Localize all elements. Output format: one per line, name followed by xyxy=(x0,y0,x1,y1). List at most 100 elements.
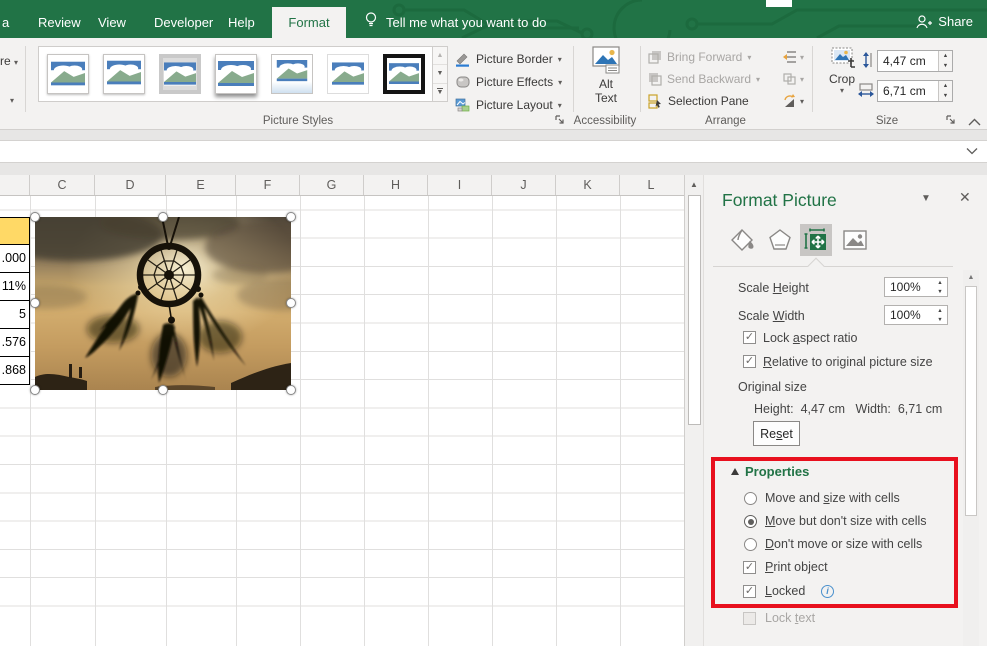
picture-style-thumbnail[interactable] xyxy=(47,54,89,94)
height-spinner[interactable]: ▲▼ xyxy=(938,51,952,71)
cell[interactable]: .000 xyxy=(0,245,30,273)
expand-formula-bar-chevron-icon[interactable] xyxy=(966,147,978,155)
close-icon[interactable]: ✕ xyxy=(959,189,971,206)
scrollbar-thumb[interactable] xyxy=(688,195,701,425)
picture-style-thumbnail[interactable] xyxy=(215,54,257,94)
cell[interactable]: 5 xyxy=(0,301,30,329)
resize-handle-s[interactable] xyxy=(158,385,168,395)
column-header[interactable]: J xyxy=(492,175,556,195)
resize-handle-w[interactable] xyxy=(30,298,40,308)
scale-height-field[interactable]: 100% ▲▼ xyxy=(884,277,948,297)
crop-button[interactable]: Crop ▾ xyxy=(822,46,862,95)
cell[interactable]: .576 xyxy=(0,329,30,357)
column-header-partial[interactable] xyxy=(0,175,30,195)
spin-up-icon[interactable]: ▲ xyxy=(933,306,947,315)
reset-button[interactable]: Reset xyxy=(753,421,800,446)
column-header[interactable]: I xyxy=(428,175,492,195)
tab-view[interactable]: View xyxy=(84,10,140,38)
collapse-triangle-icon[interactable] xyxy=(731,468,739,475)
spin-down-icon[interactable]: ▼ xyxy=(933,287,947,296)
scale-width-spinner[interactable]: ▲▼ xyxy=(933,306,947,324)
tab-size-properties-selected[interactable] xyxy=(800,224,832,256)
picture-layout-button[interactable]: Picture Layout▾ xyxy=(455,94,562,116)
pane-vertical-scrollbar[interactable]: ▲ xyxy=(963,270,979,646)
column-header[interactable]: K xyxy=(556,175,620,195)
spin-down-icon[interactable]: ▼ xyxy=(933,315,947,324)
shape-height-field[interactable]: 4,47 cm ▲▼ xyxy=(877,50,953,72)
spin-down-icon[interactable]: ▼ xyxy=(939,61,952,71)
collapse-ribbon-chevron-icon[interactable] xyxy=(968,118,981,126)
resize-handle-n[interactable] xyxy=(158,212,168,222)
column-header[interactable]: H xyxy=(364,175,428,195)
formula-bar[interactable] xyxy=(0,140,987,163)
relative-size-checkbox[interactable]: ✓ xyxy=(743,355,756,368)
resize-handle-ne[interactable] xyxy=(286,212,296,222)
send-backward-button[interactable]: Send Backward▾ xyxy=(648,69,760,89)
locked-checkbox[interactable]: ✓ xyxy=(743,585,756,598)
scroll-up-arrow-icon[interactable]: ▲ xyxy=(685,175,703,193)
selection-pane-button[interactable]: Selection Pane xyxy=(648,91,749,111)
picture-style-thumbnail[interactable] xyxy=(271,54,313,94)
resize-handle-nw[interactable] xyxy=(30,212,40,222)
align-objects-button[interactable]: ▾ xyxy=(782,47,804,67)
tell-me-box[interactable]: Tell me what you want to do xyxy=(386,10,546,36)
rotate-objects-button[interactable]: ▾ xyxy=(782,91,804,111)
column-header[interactable]: E xyxy=(166,175,236,195)
tab-format-active[interactable]: Format xyxy=(272,7,346,38)
column-header[interactable]: F xyxy=(236,175,300,195)
scale-height-spinner[interactable]: ▲▼ xyxy=(933,278,947,296)
cell[interactable]: 11% xyxy=(0,273,30,301)
size-dialog-launcher[interactable] xyxy=(945,114,957,126)
gallery-scroll-down-button[interactable]: ▼ xyxy=(433,65,447,83)
resize-handle-se[interactable] xyxy=(286,385,296,395)
cut-off-dropdown chevron-down-icon[interactable]: ▾ xyxy=(10,96,14,105)
bring-forward-button[interactable]: Bring Forward▾ xyxy=(648,47,751,67)
spin-up-icon[interactable]: ▲ xyxy=(933,278,947,287)
picture-style-thumbnail[interactable] xyxy=(327,54,369,94)
radio-dont-move-size[interactable] xyxy=(744,538,757,551)
cut-off-button[interactable]: re ▾ xyxy=(0,54,18,68)
lock-aspect-ratio-checkbox[interactable]: ✓ xyxy=(743,331,756,344)
picture-style-thumbnail[interactable] xyxy=(383,54,425,94)
spin-up-icon[interactable]: ▲ xyxy=(939,81,952,91)
grid-vertical-scrollbar[interactable]: ▲ xyxy=(684,175,703,646)
radio-move-and-size[interactable] xyxy=(744,492,757,505)
pane-menu chevron-down-icon[interactable]: ▼ xyxy=(921,193,931,204)
column-header[interactable]: D xyxy=(95,175,166,195)
tab-partial[interactable]: a xyxy=(0,10,23,38)
tab-effects[interactable] xyxy=(764,224,796,256)
scrollbar-thumb[interactable] xyxy=(965,286,977,516)
selected-picture-dreamcatcher[interactable] xyxy=(35,217,291,390)
gallery-scroll-up-button[interactable]: ▲ xyxy=(433,47,447,65)
picture-border-button[interactable]: Picture Border▾ xyxy=(455,48,562,70)
spin-down-icon[interactable]: ▼ xyxy=(939,91,952,101)
picture-effects-button[interactable]: Picture Effects▾ xyxy=(455,71,562,93)
tab-help[interactable]: Help xyxy=(214,10,269,38)
width-spinner[interactable]: ▲▼ xyxy=(938,81,952,101)
picture-style-thumbnail[interactable] xyxy=(103,54,145,94)
column-header[interactable]: L xyxy=(620,175,682,195)
group-objects-button[interactable]: ▾ xyxy=(782,69,804,89)
share-button[interactable]: Share xyxy=(916,9,973,35)
tab-fill-line[interactable] xyxy=(726,224,758,256)
column-header[interactable]: C xyxy=(30,175,95,195)
cell[interactable]: .868 xyxy=(0,357,30,385)
resize-handle-e[interactable] xyxy=(286,298,296,308)
tab-picture[interactable] xyxy=(839,224,871,256)
cell-highlighted-yellow[interactable] xyxy=(0,217,30,245)
shape-width-field[interactable]: 6,71 cm ▲▼ xyxy=(877,80,953,102)
group-label-size: Size xyxy=(812,115,962,127)
relative-size-label: Relative to original picture size xyxy=(763,355,933,369)
radio-move-dont-size[interactable] xyxy=(744,515,757,528)
alt-text-button[interactable]: Alt Text xyxy=(583,46,629,105)
properties-section-title[interactable]: Properties xyxy=(745,464,809,479)
info-icon[interactable]: i xyxy=(821,585,834,598)
column-header[interactable]: G xyxy=(300,175,364,195)
picture-style-thumbnail[interactable] xyxy=(159,54,201,94)
print-object-checkbox[interactable]: ✓ xyxy=(743,561,756,574)
scroll-up-arrow-icon[interactable]: ▲ xyxy=(963,270,979,284)
gallery-more-button[interactable]: ▼ xyxy=(433,84,447,101)
resize-handle-sw[interactable] xyxy=(30,385,40,395)
scale-width-field[interactable]: 100% ▲▼ xyxy=(884,305,948,325)
spin-up-icon[interactable]: ▲ xyxy=(939,51,952,61)
